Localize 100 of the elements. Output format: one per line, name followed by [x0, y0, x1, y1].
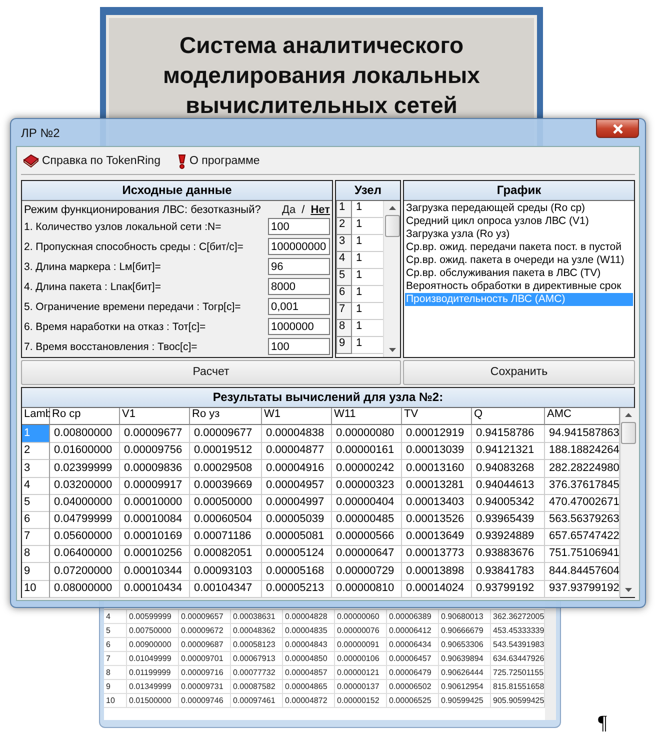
- parameter-field[interactable]: 1000000: [268, 318, 330, 335]
- close-button[interactable]: [596, 119, 639, 138]
- table-cell: 0.00000091: [335, 638, 387, 651]
- table-cell: 5: [104, 624, 127, 637]
- scrollbar-thumb[interactable]: [621, 422, 636, 444]
- table-cell: 0.00010084: [120, 511, 190, 530]
- table-cell: 0.93965439: [472, 511, 545, 530]
- parameter-label: 7. Время восстановления : Твос[с]=: [24, 340, 198, 352]
- table-cell: 0.00004838: [262, 425, 332, 444]
- table-cell: 0.00013039: [402, 442, 472, 460]
- chart-option[interactable]: Загрузка узла (Ro уз): [405, 228, 633, 240]
- table-cell: 0.00004850: [283, 652, 335, 665]
- table-cell: 0.94044613: [472, 476, 545, 495]
- table-cell: 0.00077732: [231, 666, 283, 679]
- table-cell: 0.00010169: [120, 528, 190, 546]
- table-cell: 0.00014024: [402, 580, 472, 598]
- table-cell: 0.90612954: [439, 680, 491, 693]
- save-button[interactable]: Сохранить: [403, 360, 635, 385]
- table-cell: 0.00000080: [332, 425, 402, 444]
- table-cell: 0.90666679: [439, 624, 491, 637]
- table-cell: 0.00004916: [262, 460, 332, 478]
- table-cell: 0.00097461: [231, 694, 283, 707]
- table-cell: 0.04799999: [50, 511, 120, 530]
- table-cell: 0.00000121: [335, 666, 387, 679]
- table-cell: 0.00009657: [179, 610, 231, 623]
- chart-option[interactable]: Загрузка передающей среды (Ro ср): [405, 202, 633, 214]
- chart-option[interactable]: Ср.вр. обслуживания пакета в ЛВС (TV): [405, 266, 633, 280]
- table-cell: 0.93883676: [472, 545, 545, 564]
- table-cell: 0.00000242: [332, 460, 402, 478]
- column-header: TV: [402, 408, 472, 426]
- node-number: 9: [336, 336, 352, 354]
- mode-option[interactable]: Нет: [310, 204, 330, 216]
- node-number: 7: [336, 302, 352, 320]
- panel-title: Результаты вычислений для узла №2:: [22, 388, 634, 408]
- column-header: W11: [332, 408, 402, 426]
- panel-title: Исходные данные: [22, 180, 332, 200]
- table-cell: 4: [104, 610, 127, 623]
- parameter-field[interactable]: 0,001: [268, 298, 330, 315]
- table-cell: 0.00058123: [231, 638, 283, 651]
- parameter-field[interactable]: 8000: [268, 278, 330, 295]
- table-cell: 0.01049999: [127, 652, 179, 665]
- table-cell: 0.00009746: [179, 694, 231, 707]
- table-cell: 0.00000076: [335, 624, 387, 637]
- column-header: V1: [120, 408, 190, 426]
- table-cell: 8: [104, 666, 127, 679]
- table-cell: 0.00010000: [120, 494, 190, 512]
- table-cell: 0.00006525: [387, 694, 439, 707]
- menu-item[interactable]: О программе: [176, 154, 262, 169]
- parameter-field[interactable]: 100000000: [268, 238, 330, 255]
- calculate-button[interactable]: Расчет: [21, 360, 401, 385]
- table-cell: 0.90626444: [439, 666, 491, 679]
- node-number: 1: [336, 200, 352, 218]
- scrollbar[interactable]: [383, 200, 400, 356]
- table-cell: 9: [104, 680, 127, 693]
- table-cell: 0.00038631: [231, 610, 283, 623]
- table-cell: 0.90680013: [439, 610, 491, 623]
- parameter-field[interactable]: 100: [268, 338, 330, 355]
- parameter-label: 1. Количество узлов локальной сети :N=: [24, 220, 222, 232]
- table-cell: 0.00010256: [120, 545, 190, 564]
- table-cell: 0.00009687: [179, 638, 231, 651]
- parameter-field[interactable]: 96: [268, 258, 330, 275]
- chart-option[interactable]: Средний цикл опроса узлов ЛВС (V1): [405, 214, 633, 228]
- table-cell: 0.00004843: [283, 638, 335, 651]
- node-number: 2: [336, 218, 352, 234]
- table-cell: 0.00006389: [387, 610, 439, 623]
- table-cell: 0.00005124: [262, 545, 332, 564]
- scrollbar[interactable]: [620, 408, 636, 597]
- column-header: W1: [262, 408, 332, 426]
- table-cell: 1: [22, 425, 50, 444]
- table-cell: 0.00013526: [402, 511, 472, 530]
- parameter-field[interactable]: 100: [268, 218, 330, 235]
- column-header: AMC: [545, 408, 620, 426]
- node-number: 8: [336, 320, 352, 336]
- table-cell: 0.03200000: [50, 476, 120, 495]
- table-cell: 0.00067913: [231, 652, 283, 665]
- table-cell: 0.00006457: [387, 652, 439, 665]
- table-cell: 0.00019512: [190, 442, 262, 460]
- table-cell: 0.90639894: [439, 652, 491, 665]
- table-cell: 0.06400000: [50, 545, 120, 564]
- table-cell: 0.00000810: [332, 580, 402, 598]
- table-cell: 0.00005213: [262, 580, 332, 598]
- table-cell: 0.00093103: [190, 562, 262, 581]
- node-number: 4: [336, 252, 352, 268]
- column-header: Q: [472, 408, 545, 426]
- table-cell: 0.00060504: [190, 511, 262, 530]
- table-cell: 0.00082051: [190, 545, 262, 564]
- table-cell: 0.00000152: [335, 694, 387, 707]
- table-cell: 0.00009677: [190, 425, 262, 444]
- menu-item[interactable]: Справка по TokenRing: [21, 154, 162, 168]
- chart-option[interactable]: Ср.вр. ожид. пакета в очереди на узле (W11): [405, 254, 633, 266]
- table-cell: 0.00900000: [127, 638, 179, 651]
- chart-option[interactable]: Вероятность обработки в директивные срок: [405, 280, 633, 292]
- table-cell: 2: [22, 442, 50, 460]
- scrollbar-thumb[interactable]: [384, 214, 400, 236]
- parameter-label: 2. Пропускная способность среды : С[бит/с]=: [24, 240, 244, 252]
- chart-option[interactable]: Ср.вр. ожид. передачи пакета пост. в пустой: [405, 240, 633, 254]
- table-cell: 9: [22, 562, 50, 581]
- mode-option[interactable]: Да: [282, 204, 296, 216]
- table-cell: 5: [22, 494, 50, 512]
- table-cell: 0.00000137: [335, 680, 387, 693]
